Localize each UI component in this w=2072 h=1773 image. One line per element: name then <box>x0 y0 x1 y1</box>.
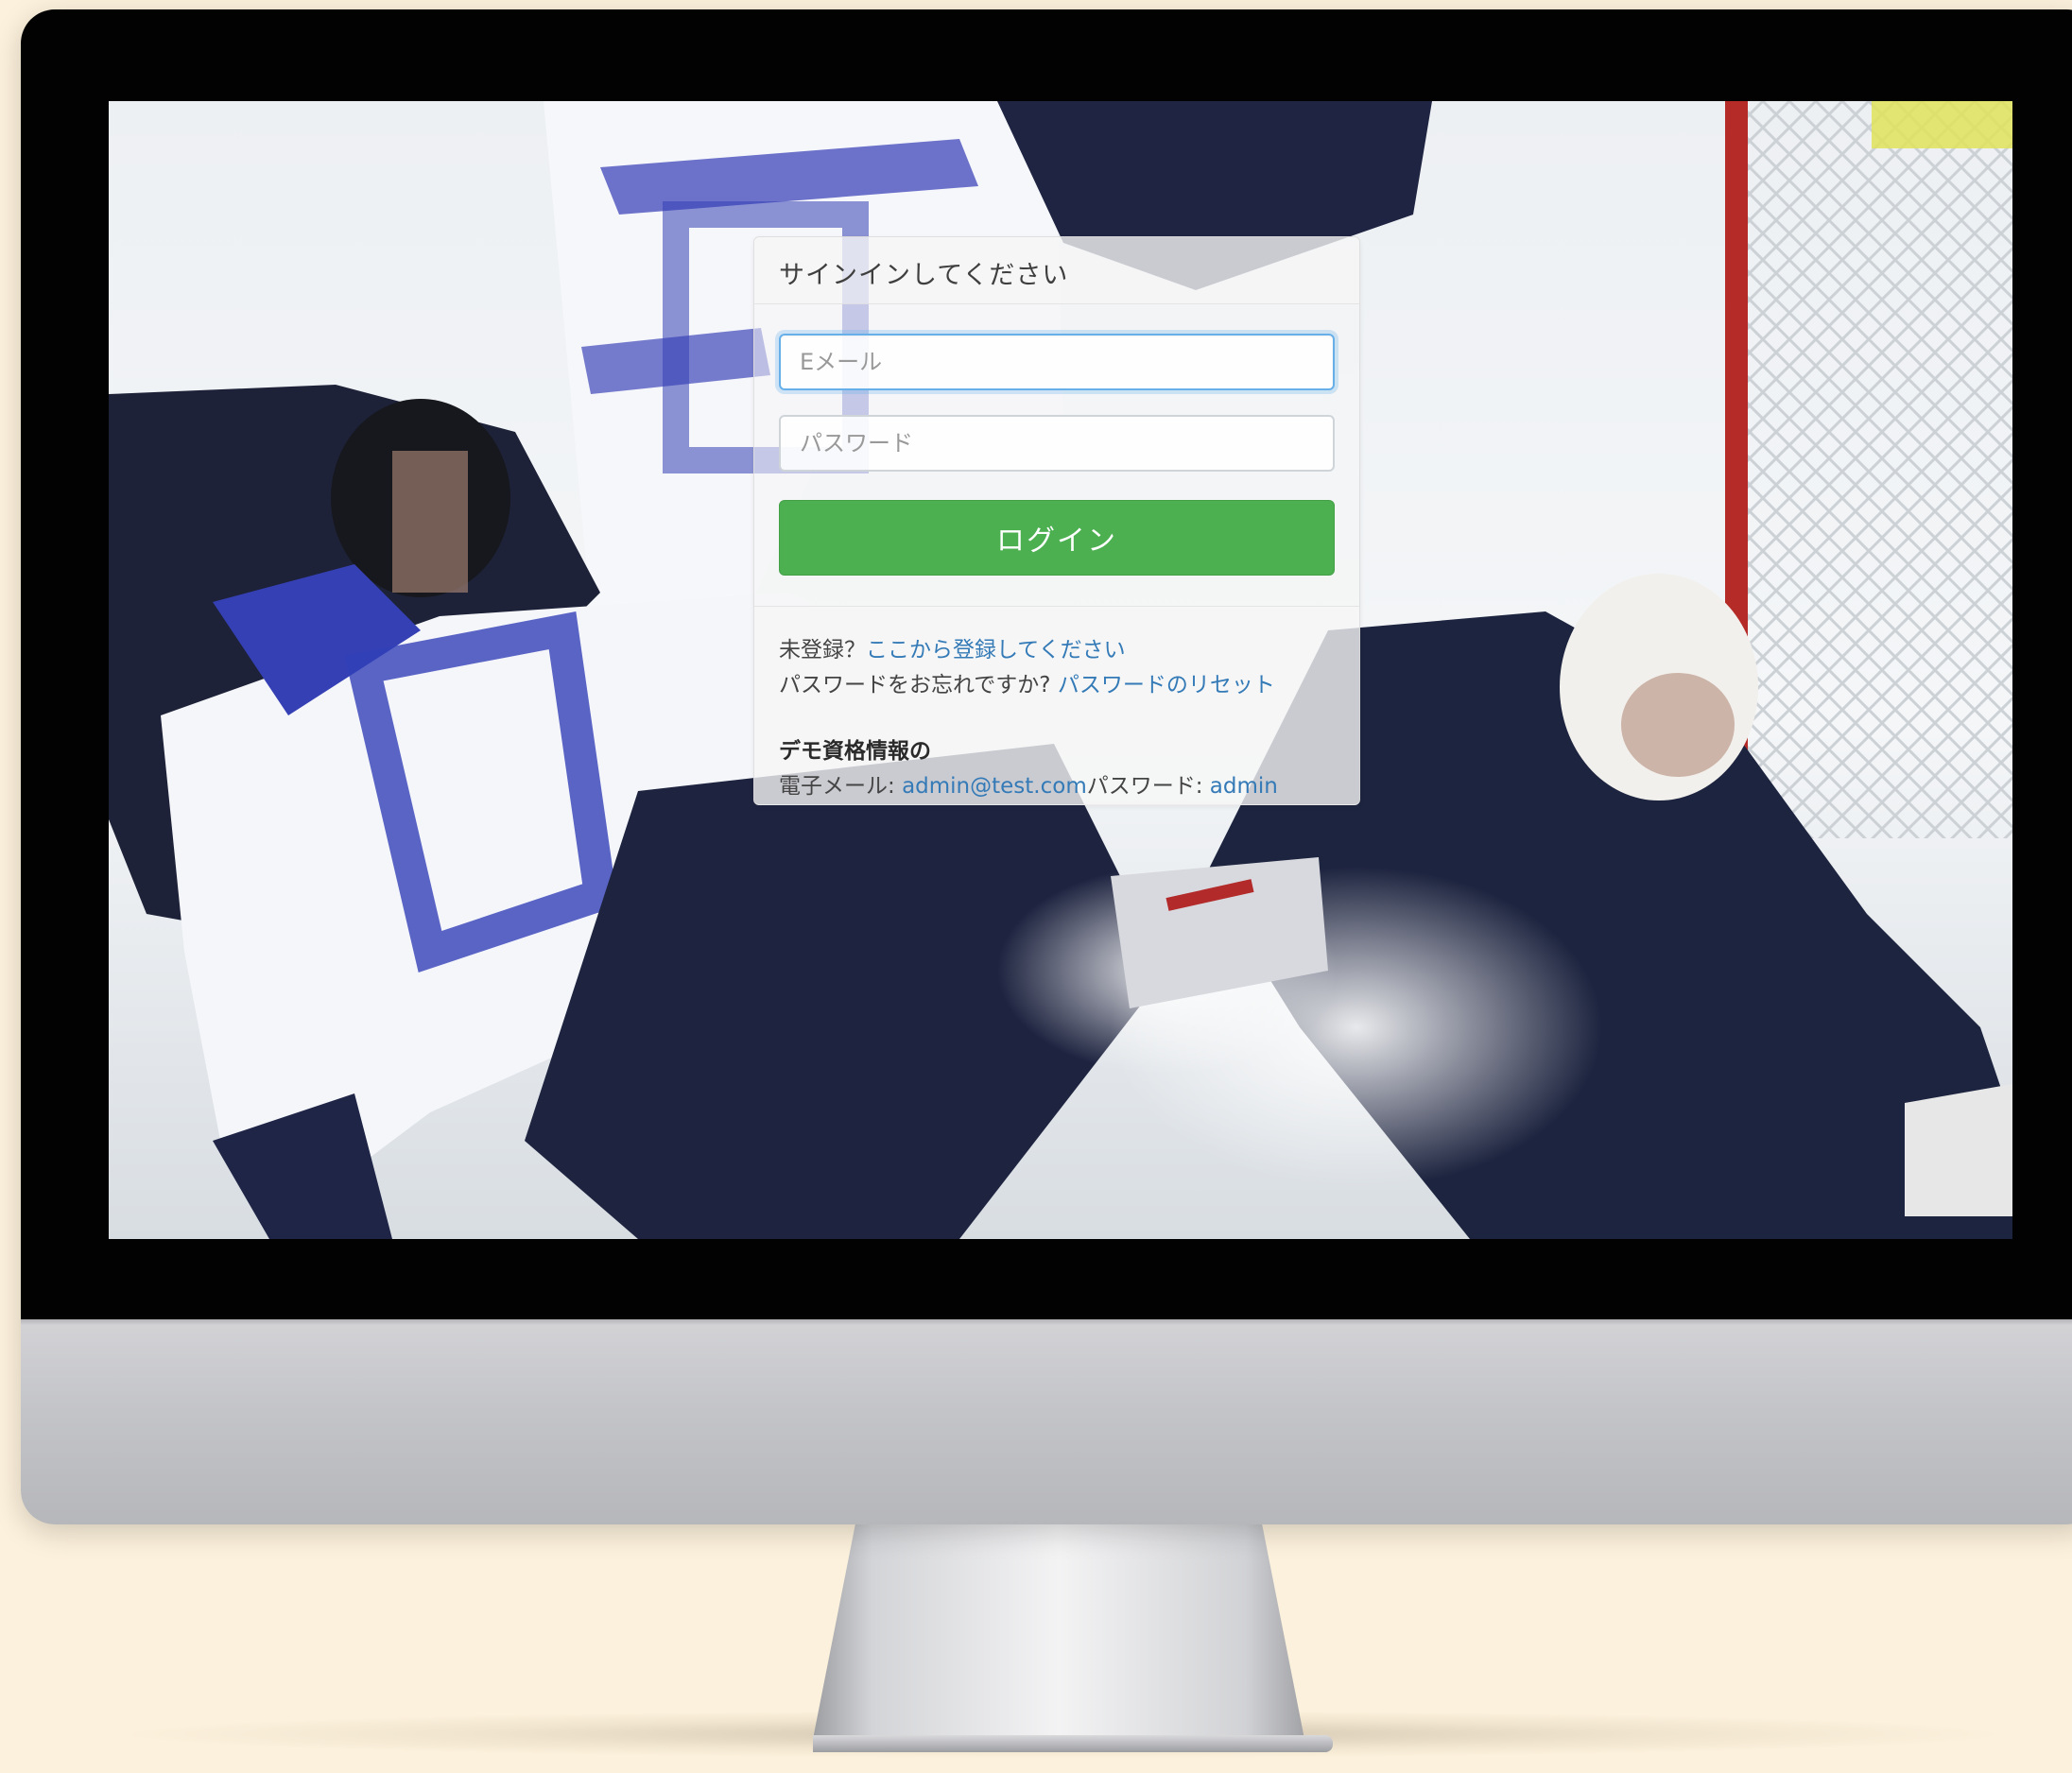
login-button[interactable]: ログイン <box>779 500 1335 576</box>
demo-password-label: パスワード: <box>1086 774 1210 799</box>
demo-credentials: 電子メール: admin@test.comパスワード: admin <box>779 767 1278 800</box>
panel-heading: サインインしてください <box>754 237 1359 304</box>
demo-password-value: admin <box>1209 774 1278 799</box>
login-panel: サインインしてください ログイン 未登録？ここから登録してください パスワードを… <box>753 236 1360 805</box>
reset-password-link[interactable]: パスワードのリセット <box>1058 673 1275 697</box>
monitor-chin <box>21 1319 2072 1524</box>
forgot-password-line: パスワードをお忘れですか? パスワードのリセット <box>779 666 1275 698</box>
password-input[interactable] <box>779 415 1335 472</box>
app-screen: サインインしてください ログイン 未登録？ここから登録してください パスワードを… <box>109 101 2012 1239</box>
demo-credentials-heading: デモ資格情報の <box>779 739 931 764</box>
demo-email-label: 電子メール: <box>779 774 903 799</box>
imac-stand <box>813 1523 1333 1752</box>
signup-prompt: 未登録？ <box>779 638 866 663</box>
panel-footer: 未登録？ここから登録してください パスワードをお忘れですか? パスワードのリセッ… <box>754 606 1359 805</box>
signup-link[interactable]: ここから登録してください <box>866 638 1126 663</box>
email-input[interactable] <box>779 334 1335 390</box>
page-title: サインインしてください <box>779 261 1069 290</box>
forgot-password-prompt: パスワードをお忘れですか? <box>779 673 1051 697</box>
demo-email-value: admin@test.com <box>902 774 1087 799</box>
page-background: サインインしてください ログイン 未登録？ここから登録してください パスワードを… <box>0 0 2072 1773</box>
signup-line: 未登録？ここから登録してください <box>779 631 1126 663</box>
